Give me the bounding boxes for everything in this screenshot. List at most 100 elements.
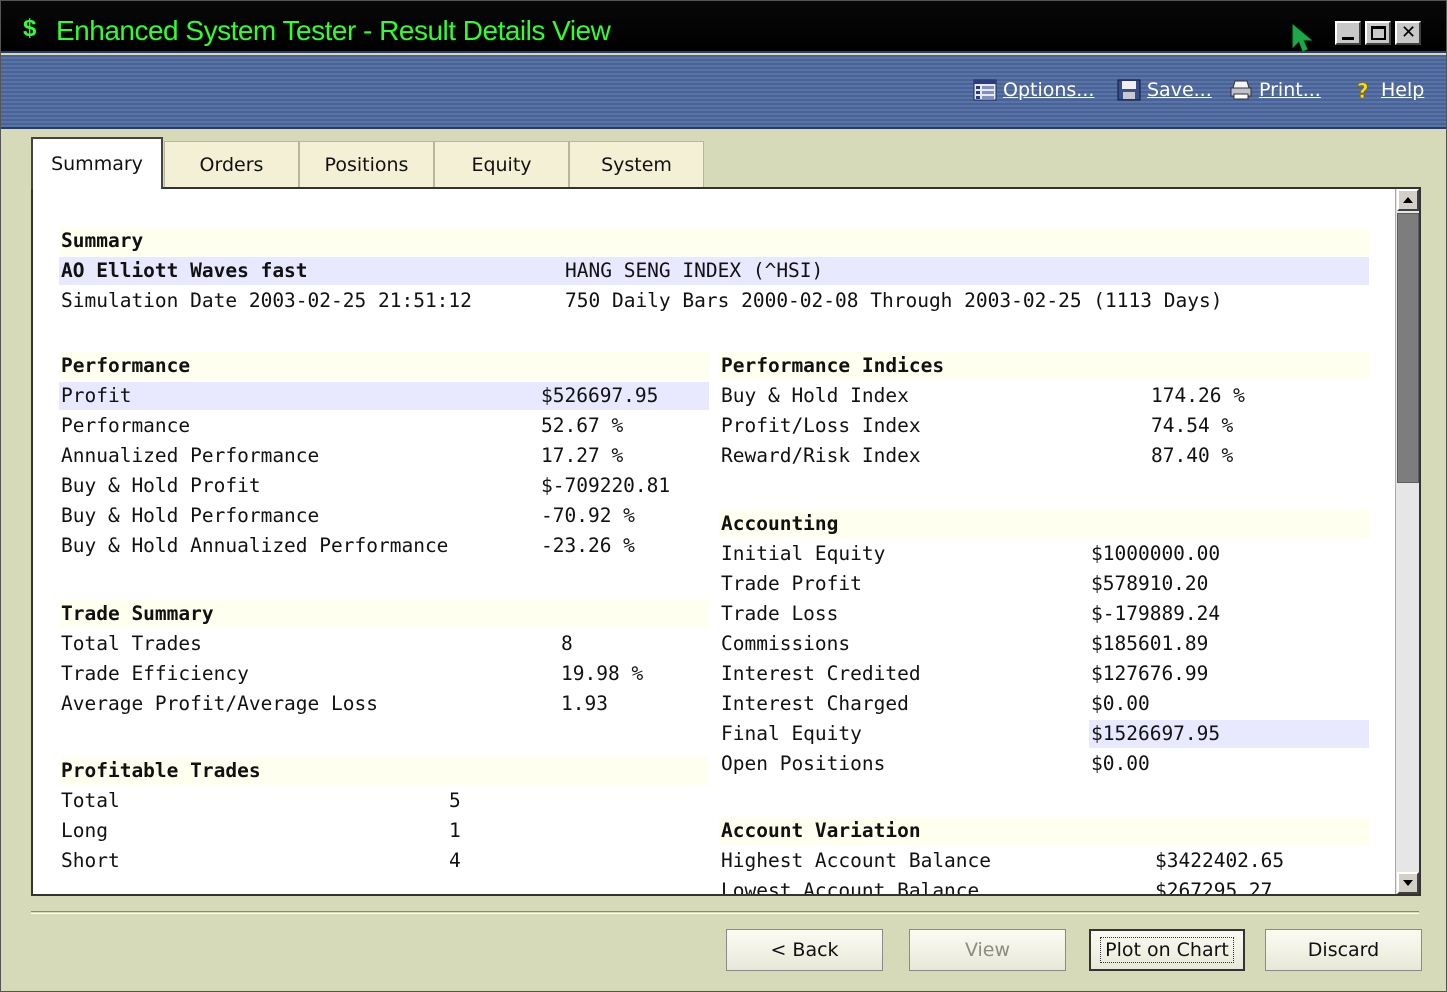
save-button[interactable]: Save... (1117, 78, 1212, 102)
scrollbar-thumb[interactable] (1397, 213, 1419, 483)
accounting-row: Trade Profit $578910.20 (719, 570, 1369, 598)
performance-label: Buy & Hold Annualized Performance (61, 534, 449, 557)
help-question-icon: ? (1357, 79, 1369, 101)
index-label: Profit/Loss Index (721, 414, 921, 437)
tab-system[interactable]: System (569, 141, 704, 187)
performance-label: Buy & Hold Performance (61, 504, 320, 527)
view-button[interactable]: View (909, 929, 1066, 971)
profitable-trades-value: 1 (449, 819, 461, 842)
index-value: 174.26 % (1151, 384, 1245, 407)
accounting-label: Interest Credited (721, 662, 921, 685)
profitable-trades-header: Profitable Trades (61, 759, 261, 782)
trade-summary-label: Average Profit/Average Loss (61, 692, 378, 715)
print-button[interactable]: Print... (1229, 78, 1321, 102)
toolbar: Options... Save... Print... ? Help (1, 55, 1446, 129)
profitable-trades-row: Short 4 (59, 847, 709, 875)
tab-equity[interactable]: Equity (434, 141, 569, 187)
profitable-trades-value: 4 (449, 849, 461, 872)
performance-row: Performance 52.67 % (59, 412, 709, 440)
help-label: Help (1381, 79, 1425, 101)
trade-summary-row: Average Profit/Average Loss 1.93 (59, 690, 709, 718)
performance-indices-header: Performance Indices (721, 354, 945, 377)
scroll-down-arrow-icon[interactable] (1397, 872, 1419, 894)
accounting-label: Trade Profit (721, 572, 862, 595)
summary-panel: Summary AO Elliott Waves fast HANG SENG … (31, 187, 1421, 896)
index-label: Buy & Hold Index (721, 384, 909, 407)
accounting-row: Final Equity $1526697.95 (719, 720, 1369, 748)
tab-orders[interactable]: Orders (164, 141, 299, 187)
performance-value: 17.27 % (541, 444, 624, 467)
profitable-trades-row: Long 1 (59, 817, 709, 845)
trade-summary-row: Trade Efficiency 19.98 % (59, 660, 709, 688)
performance-row: Profit $526697.95 (59, 382, 709, 410)
window-title: Enhanced System Tester - Result Details … (56, 15, 611, 46)
tab-summary[interactable]: Summary (31, 137, 163, 189)
performance-label: Annualized Performance (61, 444, 320, 467)
performance-value: $-709220.81 (541, 474, 671, 497)
accounting-value: $127676.99 (1091, 662, 1209, 685)
profitable-trades-label: Long (61, 819, 108, 842)
floppy-disk-icon (1117, 79, 1141, 101)
minimize-button[interactable] (1335, 21, 1361, 45)
simulation-row: Simulation Date 2003-02-25 21:51:12 750 … (59, 287, 1369, 315)
trade-summary-row: Total Trades 8 (59, 630, 709, 658)
performance-value: $526697.95 (541, 384, 659, 407)
print-label: Print... (1259, 79, 1321, 101)
profitable-trades-value: 5 (449, 789, 461, 812)
account-variation-label: Lowest Account Balance (721, 879, 980, 894)
performance-index-row: Buy & Hold Index 174.26 % (719, 382, 1369, 410)
performance-value: -70.92 % (541, 504, 635, 527)
instrument-row: HANG SENG INDEX (^HSI) (59, 257, 1369, 285)
close-icon: ✕ (1401, 22, 1417, 43)
accounting-label: Initial Equity (721, 542, 886, 565)
back-button[interactable]: < Back (726, 929, 883, 971)
accounting-row: Interest Credited $127676.99 (719, 660, 1369, 688)
trade-summary-header-row: Trade Summary (59, 600, 709, 628)
performance-label: Buy & Hold Profit (61, 474, 261, 497)
options-button[interactable]: Options... (973, 78, 1094, 102)
account-variation-value: $267295.27 (1155, 879, 1273, 894)
accounting-row: Interest Charged $0.00 (719, 690, 1369, 718)
accounting-value: $1000000.00 (1091, 542, 1221, 565)
accounting-label: Commissions (721, 632, 851, 655)
vertical-scrollbar[interactable] (1395, 189, 1419, 894)
trade-summary-value: 1.93 (561, 692, 608, 715)
title-bar[interactable]: $ Enhanced System Tester - Result Detail… (1, 1, 1446, 53)
index-label: Reward/Risk Index (721, 444, 921, 467)
trade-summary-label: Trade Efficiency (61, 662, 249, 685)
profitable-trades-row: Total 5 (59, 787, 709, 815)
tab-positions[interactable]: Positions (299, 141, 434, 187)
scroll-up-arrow-icon[interactable] (1397, 189, 1419, 211)
instrument-name: HANG SENG INDEX (^HSI) (565, 259, 824, 282)
accounting-header: Accounting (721, 512, 839, 535)
trade-summary-label: Total Trades (61, 632, 202, 655)
printer-icon (1230, 80, 1252, 100)
bars-info: 750 Daily Bars 2000-02-08 Through 2003-0… (565, 289, 1223, 312)
accounting-value: $0.00 (1091, 752, 1150, 775)
accounting-value: $-179889.24 (1091, 602, 1221, 625)
account-variation-label: Highest Account Balance (721, 849, 992, 872)
summary-header-row: Summary (59, 227, 1369, 255)
options-list-icon (973, 79, 997, 101)
performance-indices-header-row: Performance Indices (719, 352, 1369, 380)
performance-index-row: Reward/Risk Index 87.40 % (719, 442, 1369, 470)
trade-summary-header: Trade Summary (61, 602, 214, 625)
accounting-value: $0.00 (1091, 692, 1150, 715)
svg-text:?: ? (1357, 79, 1369, 101)
maximize-button[interactable] (1365, 21, 1391, 45)
account-variation-header-row: Account Variation (719, 817, 1369, 845)
accounting-label: Trade Loss (721, 602, 839, 625)
accounting-label: Interest Charged (721, 692, 909, 715)
index-value: 87.40 % (1151, 444, 1234, 467)
accounting-row: Commissions $185601.89 (719, 630, 1369, 658)
close-button[interactable]: ✕ (1395, 21, 1421, 45)
plot-on-chart-button[interactable]: Plot on Chart (1089, 929, 1245, 971)
performance-index-row: Profit/Loss Index 74.54 % (719, 412, 1369, 440)
help-button[interactable]: ? Help (1351, 78, 1425, 102)
trade-summary-value: 8 (561, 632, 573, 655)
profitable-trades-header-row: Profitable Trades (59, 757, 709, 785)
app-dollar-icon: $ (23, 15, 37, 42)
index-value: 74.54 % (1151, 414, 1234, 437)
discard-button[interactable]: Discard (1265, 929, 1422, 971)
simulation-date: Simulation Date 2003-02-25 21:51:12 (61, 289, 472, 312)
